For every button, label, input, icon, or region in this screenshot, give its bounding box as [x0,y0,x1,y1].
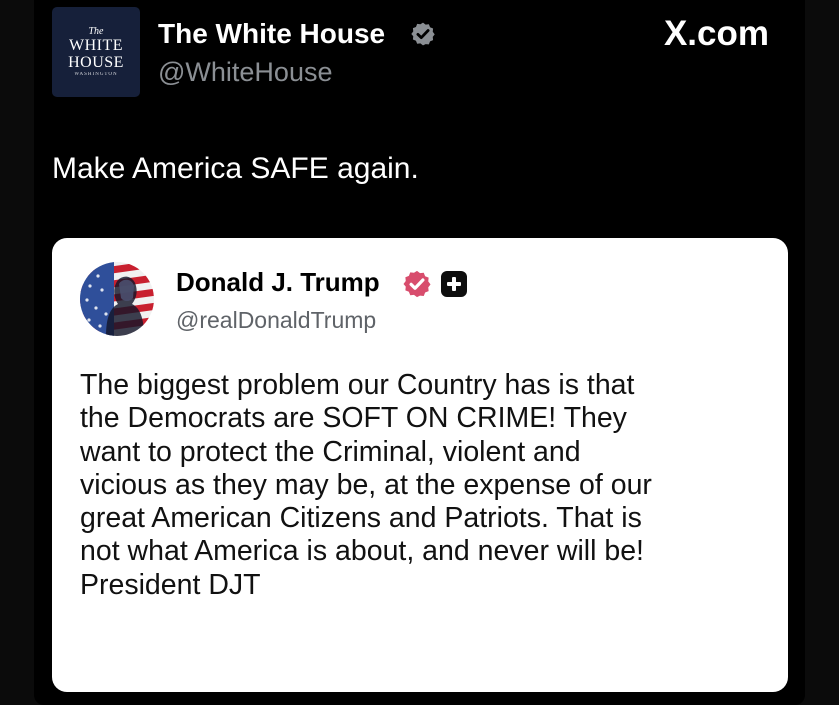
avatar-logo-line: WASHINGTON [74,71,118,77]
plus-icon[interactable] [441,271,467,297]
avatar-logo-line: WHITE [68,36,124,54]
brand-watermark: X.com [663,14,769,53]
quoted-author-avatar[interactable] [80,262,154,336]
body-line: the Democrats are SOFT ON CRIME! They [80,402,627,435]
quoted-post-card[interactable]: Donald J. Trump @realDonaldTrump The big… [52,238,788,692]
verified-badge-icon [403,270,431,298]
body-line: not what America is about, and never wil… [80,535,644,568]
avatar-logo-line: HOUSE [68,53,124,71]
body-line: President DJT [80,568,261,601]
author-handle[interactable]: @WhiteHouse [158,57,332,88]
avatar-logo-line: The [88,25,104,37]
white-house-avatar[interactable]: The WHITE HOUSE WASHINGTON [52,7,140,97]
body-line: vicious as they may be, at the expense o… [80,468,652,501]
flag-portrait-avatar [80,262,154,336]
body-line: great American Citizens and Patriots. Th… [80,502,642,535]
quoted-author-handle[interactable]: @realDonaldTrump [176,307,376,334]
quoted-author-name[interactable]: Donald J. Trump [176,267,380,298]
plus-glyph [447,277,461,291]
quoted-post-body: The biggest problem our Country has is t… [80,369,770,602]
post-text: Make America SAFE again. [52,152,419,185]
verified-badge-icon [411,22,435,46]
body-line: The biggest problem our Country has is t… [80,369,635,401]
body-line: want to protect the Criminal, violent an… [80,435,581,468]
author-name[interactable]: The White House [158,18,385,50]
